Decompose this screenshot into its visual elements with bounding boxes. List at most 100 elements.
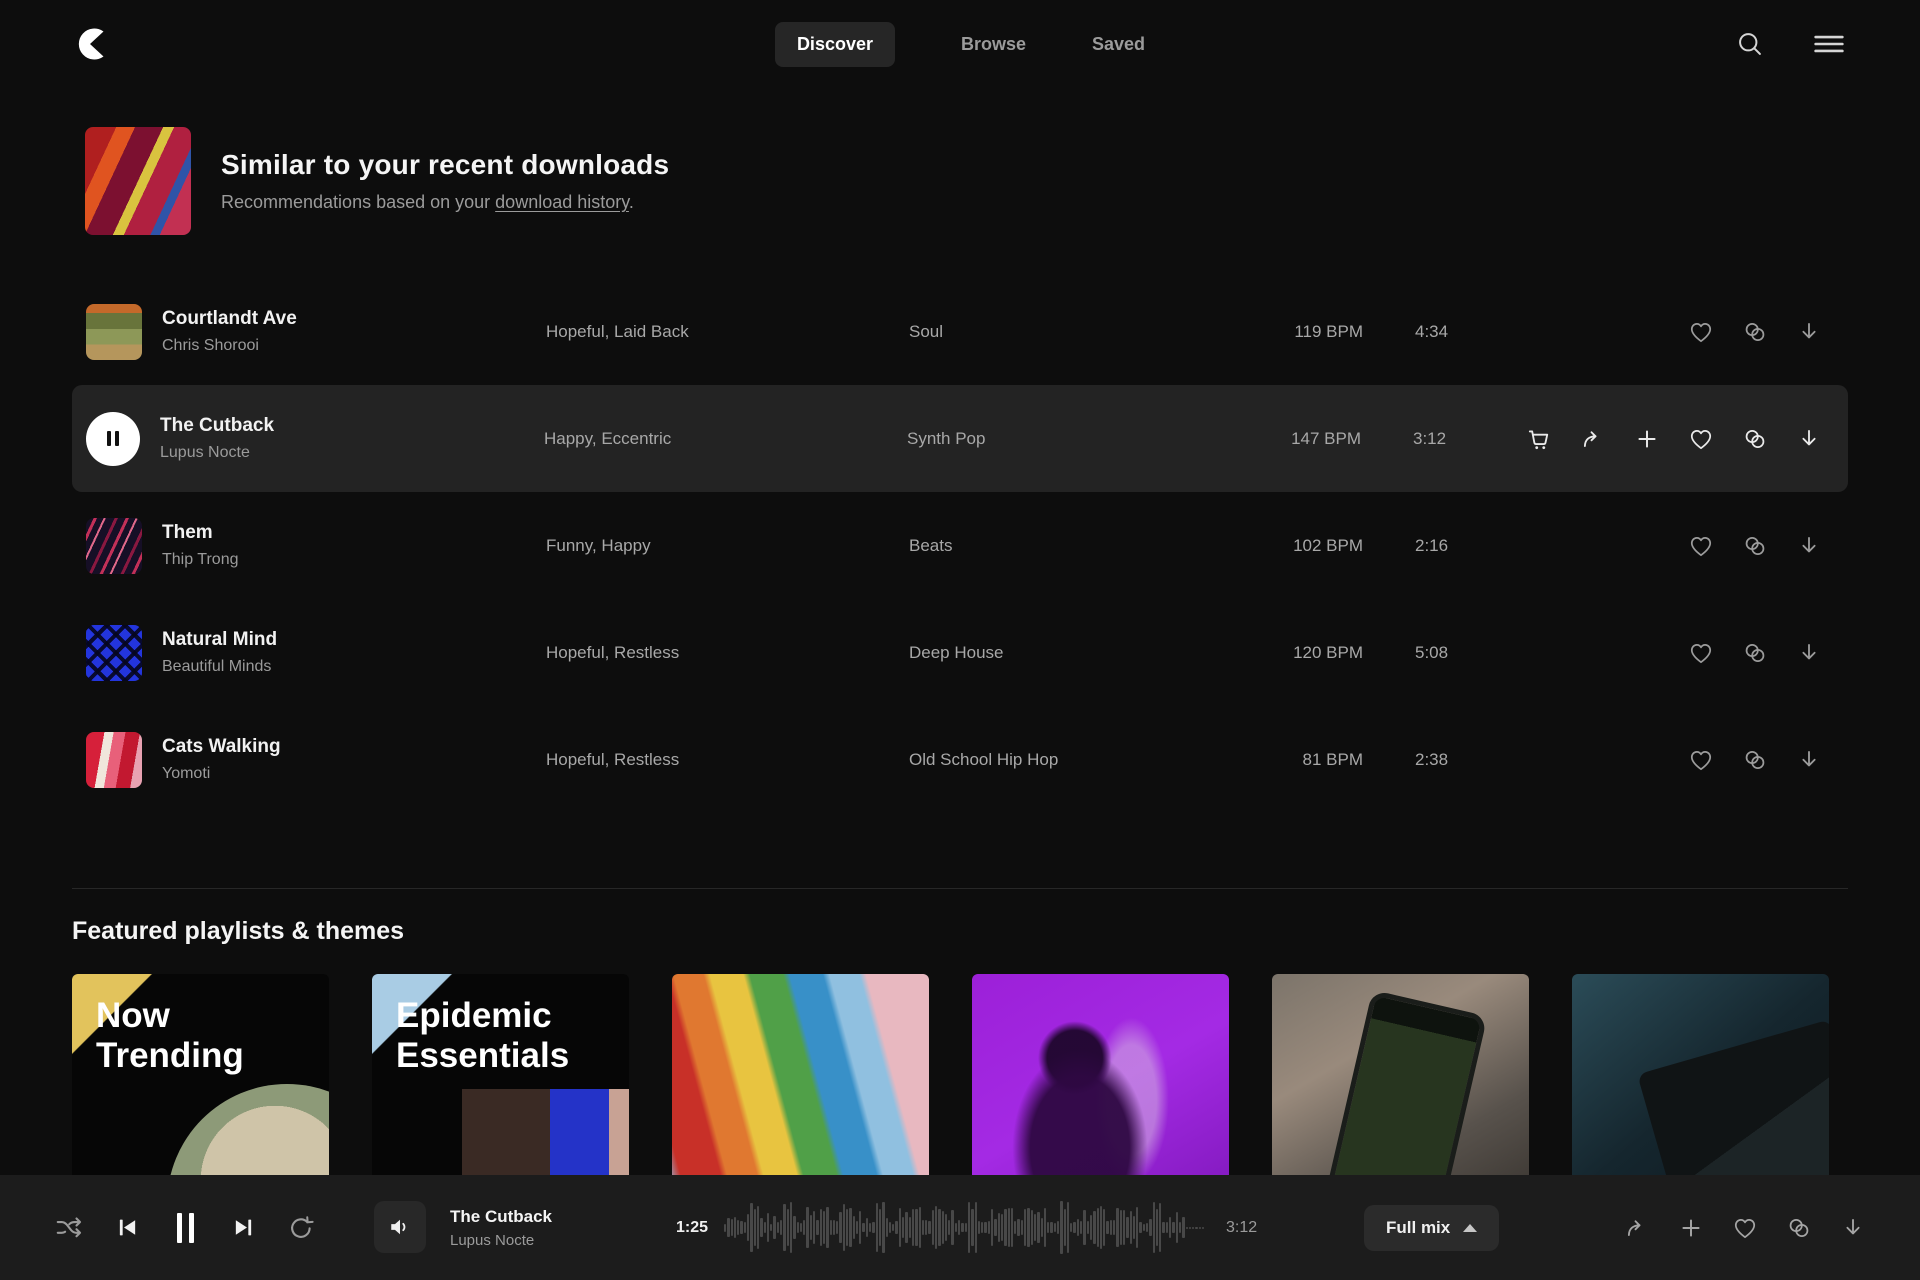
find-similar-icon[interactable] [1742, 747, 1768, 773]
tile-label: Now Trending [72, 974, 329, 1097]
heart-icon[interactable] [1688, 426, 1714, 452]
heart-icon[interactable] [1688, 533, 1714, 559]
track-artist[interactable]: Chris Shorooi [162, 337, 546, 355]
track-bpm: 147 BPM [1207, 429, 1361, 449]
track-row[interactable]: Courtlandt Ave Chris Shorooi Hopeful, La… [72, 278, 1848, 385]
main-nav: Discover Browse Saved [0, 0, 1920, 88]
search-icon[interactable] [1736, 30, 1764, 58]
subtitle-text: Recommendations based on your [221, 192, 495, 212]
track-row[interactable]: Them Thip Trong Funny, Happy Beats 102 B… [72, 492, 1848, 599]
now-playing-info[interactable]: The Cutback Lupus Nocte [450, 1207, 552, 1249]
repeat-icon[interactable] [284, 1211, 318, 1245]
track-actions [1688, 319, 1848, 345]
add-icon[interactable] [1634, 426, 1660, 452]
now-playing-artist: Lupus Nocte [450, 1232, 552, 1249]
download-icon[interactable] [1796, 747, 1822, 773]
elapsed-time: 1:25 [650, 1219, 708, 1237]
track-duration: 2:16 [1415, 536, 1495, 556]
track-moods[interactable]: Hopeful, Restless [546, 643, 909, 663]
track-actions [1688, 533, 1848, 559]
tab-discover[interactable]: Discover [775, 22, 895, 67]
heart-icon[interactable] [1688, 319, 1714, 345]
track-genre[interactable]: Old School Hip Hop [909, 750, 1209, 770]
now-playing-title: The Cutback [450, 1207, 552, 1227]
find-similar-icon[interactable] [1786, 1215, 1812, 1241]
track-actions [1526, 426, 1848, 452]
find-similar-icon[interactable] [1742, 319, 1768, 345]
track-title: The Cutback [160, 415, 544, 437]
track-genre[interactable]: Deep House [909, 643, 1209, 663]
track-duration: 3:12 [1413, 429, 1493, 449]
download-icon[interactable] [1796, 533, 1822, 559]
pause-icon[interactable] [86, 412, 140, 466]
transport-controls [52, 1175, 318, 1280]
tab-saved[interactable]: Saved [1092, 34, 1145, 55]
track-actions [1688, 747, 1848, 773]
top-bar: Discover Browse Saved [0, 0, 1920, 88]
album-art [86, 304, 142, 360]
chevron-up-icon [1463, 1224, 1477, 1232]
track-title: Natural Mind [162, 629, 546, 651]
download-history-link[interactable]: download history [495, 192, 629, 212]
subtitle-period: . [629, 192, 634, 212]
download-icon[interactable] [1796, 319, 1822, 345]
track-list: Courtlandt Ave Chris Shorooi Hopeful, La… [0, 278, 1920, 813]
add-icon[interactable] [1678, 1215, 1704, 1241]
section-divider [72, 888, 1848, 889]
track-artist[interactable]: Yomoti [162, 765, 546, 783]
heart-icon[interactable] [1732, 1215, 1758, 1241]
find-similar-icon[interactable] [1742, 426, 1768, 452]
share-icon[interactable] [1624, 1215, 1650, 1241]
track-row[interactable]: Cats Walking Yomoti Hopeful, Restless Ol… [72, 706, 1848, 813]
version-label: Full mix [1386, 1218, 1450, 1238]
track-artist[interactable]: Thip Trong [162, 551, 546, 569]
featured-section-title: Featured playlists & themes [72, 917, 1848, 946]
menu-icon[interactable] [1814, 29, 1844, 59]
track-moods[interactable]: Happy, Eccentric [544, 429, 907, 449]
share-icon[interactable] [1580, 426, 1606, 452]
track-bpm: 102 BPM [1209, 536, 1363, 556]
recommendations-cover-art [85, 127, 191, 235]
track-title: Them [162, 522, 546, 544]
track-genre[interactable]: Synth Pop [907, 429, 1207, 449]
heart-icon[interactable] [1688, 747, 1714, 773]
player-actions [1624, 1175, 1866, 1280]
album-art [86, 625, 142, 681]
track-actions [1688, 640, 1848, 666]
pause-icon[interactable] [168, 1211, 202, 1245]
find-similar-icon[interactable] [1742, 533, 1768, 559]
heart-icon[interactable] [1688, 640, 1714, 666]
track-duration: 4:34 [1415, 322, 1495, 342]
cart-icon[interactable] [1526, 426, 1552, 452]
track-duration: 5:08 [1415, 643, 1495, 663]
waveform-seekbar[interactable] [724, 1175, 1208, 1280]
section-subtitle: Recommendations based on your download h… [221, 192, 669, 213]
previous-icon[interactable] [110, 1211, 144, 1245]
player-bar: The Cutback Lupus Nocte 1:25 3:12 Full m… [0, 1175, 1920, 1280]
shuffle-icon[interactable] [52, 1211, 86, 1245]
track-artist[interactable]: Lupus Nocte [160, 444, 544, 462]
recommendations-header: Similar to your recent downloads Recomme… [85, 127, 1848, 235]
track-row[interactable]: Natural Mind Beautiful Minds Hopeful, Re… [72, 599, 1848, 706]
find-similar-icon[interactable] [1742, 640, 1768, 666]
download-icon[interactable] [1840, 1215, 1866, 1241]
track-genre[interactable]: Beats [909, 536, 1209, 556]
tile-label: Epidemic Essentials [372, 974, 629, 1097]
track-bpm: 119 BPM [1209, 322, 1363, 342]
album-art [86, 732, 142, 788]
track-row-playing[interactable]: The Cutback Lupus Nocte Happy, Eccentric… [72, 385, 1848, 492]
download-icon[interactable] [1796, 640, 1822, 666]
track-genre[interactable]: Soul [909, 322, 1209, 342]
download-icon[interactable] [1796, 426, 1822, 452]
track-moods[interactable]: Funny, Happy [546, 536, 909, 556]
track-artist[interactable]: Beautiful Minds [162, 658, 546, 676]
version-select-button[interactable]: Full mix [1364, 1205, 1499, 1251]
total-duration: 3:12 [1226, 1219, 1257, 1237]
epidemic-sound-logo-icon[interactable] [72, 24, 108, 64]
track-moods[interactable]: Hopeful, Laid Back [546, 322, 909, 342]
track-title: Cats Walking [162, 736, 546, 758]
track-moods[interactable]: Hopeful, Restless [546, 750, 909, 770]
next-icon[interactable] [226, 1211, 260, 1245]
volume-icon[interactable] [374, 1201, 426, 1253]
tab-browse[interactable]: Browse [961, 34, 1026, 55]
